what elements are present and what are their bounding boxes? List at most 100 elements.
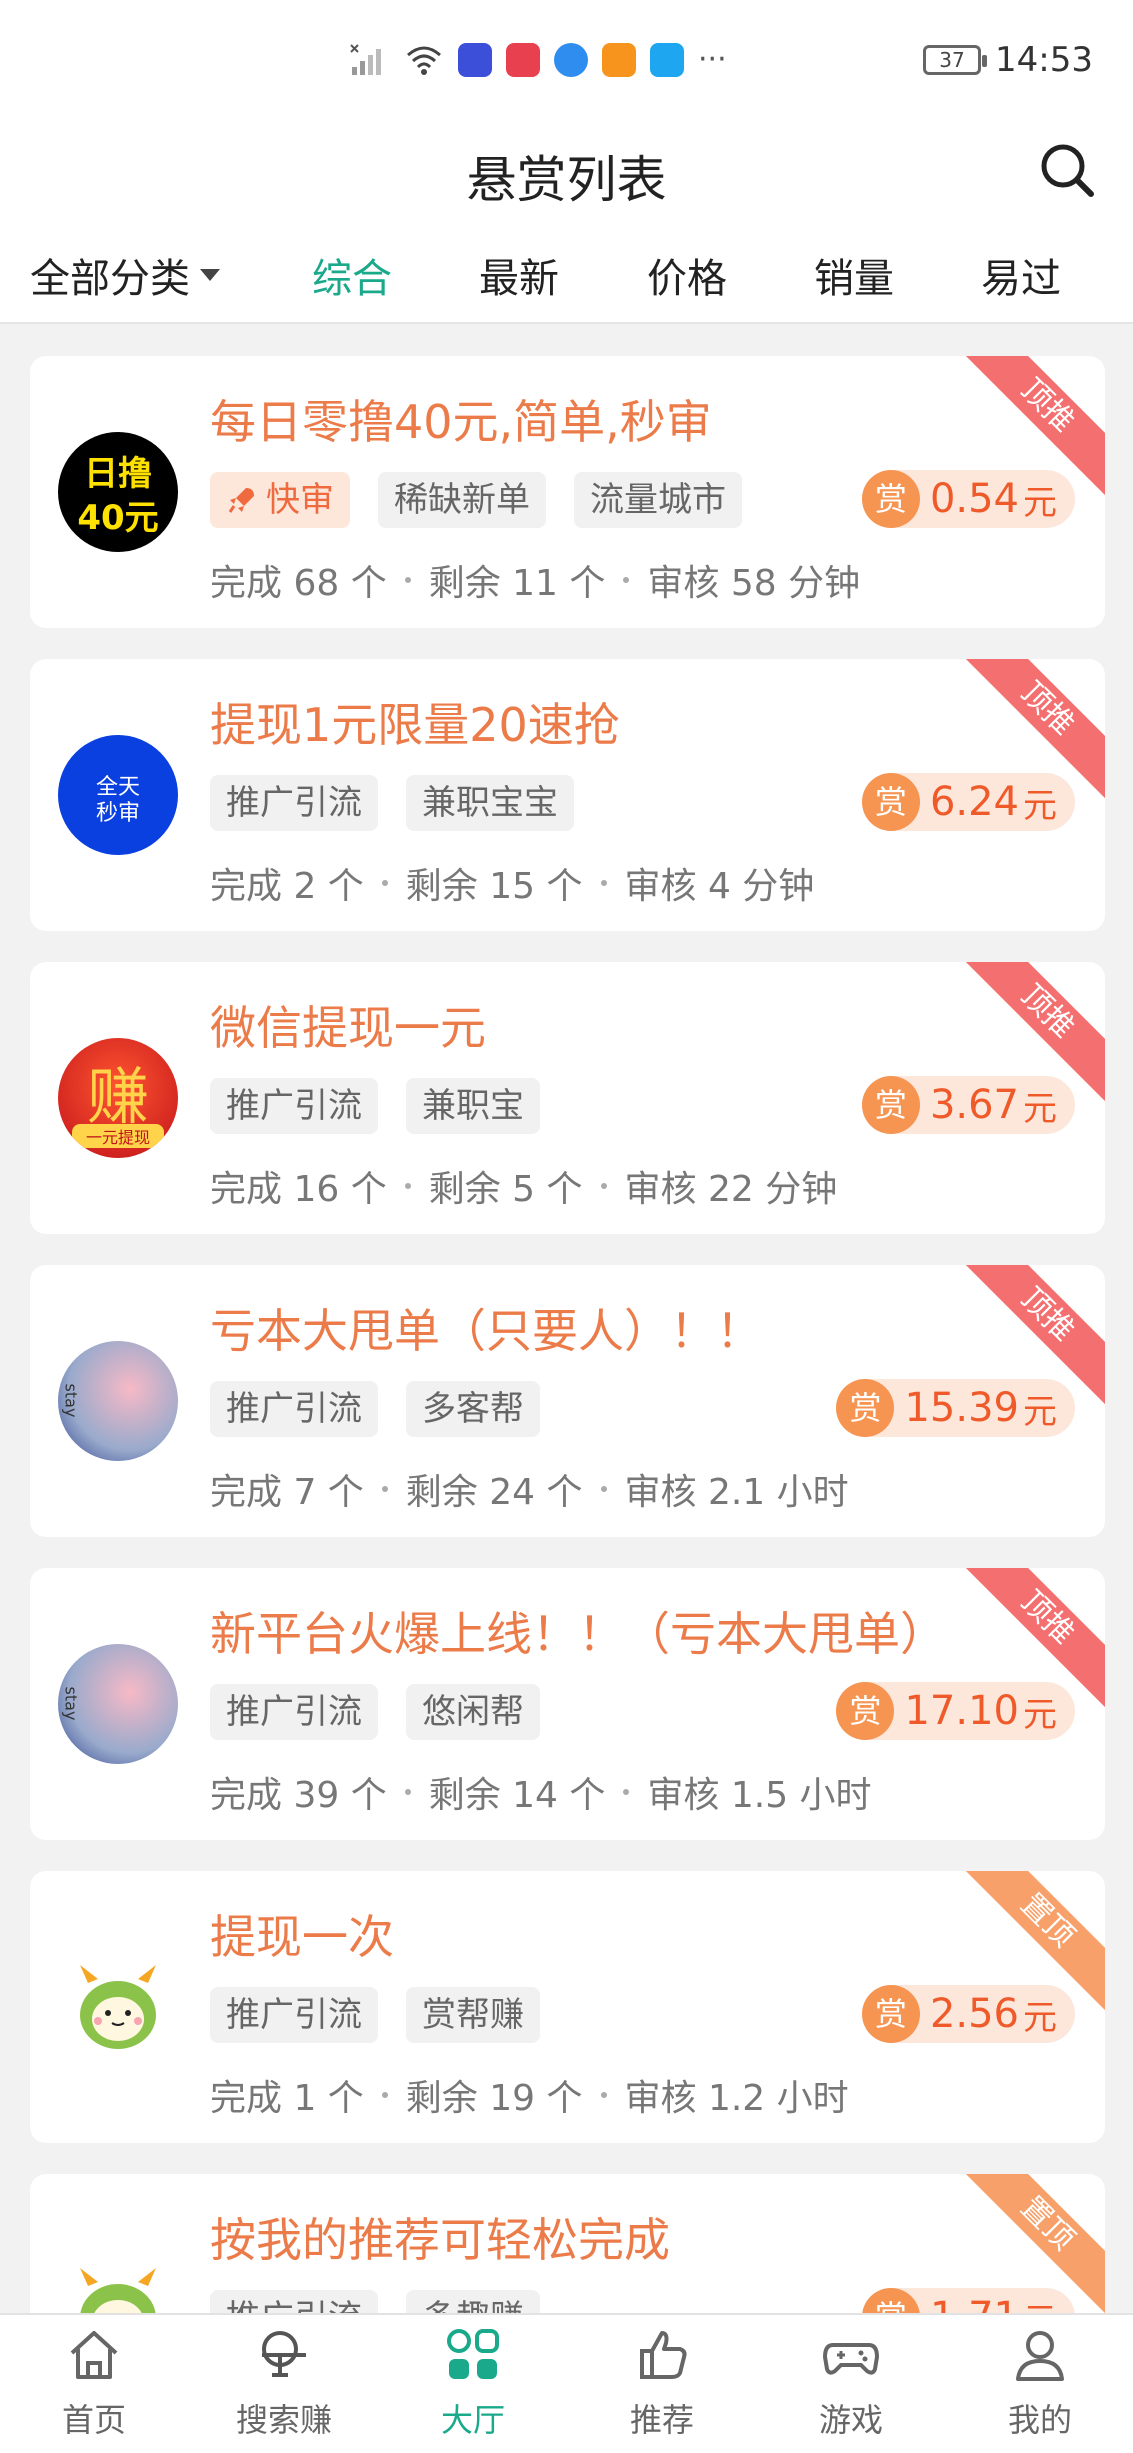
avatar: stay bbox=[58, 1341, 178, 1461]
task-title: 按我的推荐可轻松完成 bbox=[210, 2213, 670, 2267]
separator-dot bbox=[600, 1486, 607, 1492]
tag: 推广引流 bbox=[210, 1987, 378, 2043]
signal-icon bbox=[350, 43, 381, 75]
avatar-text: stay bbox=[61, 1383, 81, 1418]
tag: 兼职宝宝 bbox=[406, 775, 574, 831]
tag: 多客帮 bbox=[406, 1381, 540, 1437]
separator-dot bbox=[381, 2092, 388, 2098]
tab-sales[interactable]: 销量 bbox=[814, 246, 894, 304]
remaining-count: 剩余 14 个 bbox=[428, 1775, 606, 1816]
nav-home[interactable]: 首页 bbox=[14, 2325, 174, 2441]
remaining-count: 剩余 15 个 bbox=[405, 866, 583, 907]
task-card[interactable]: 顶推 stay 新平台火爆上线！！（亏本大甩单） 推广引流 悠闲帮 赏 17.1… bbox=[30, 1568, 1105, 1840]
tag: 悠闲帮 bbox=[406, 1684, 540, 1740]
reward-amount: 0.54 bbox=[929, 476, 1019, 522]
reward-badge: 赏 3.67 元 bbox=[861, 1076, 1075, 1134]
tag: 流量城市 bbox=[574, 472, 742, 528]
tab-comprehensive[interactable]: 综合 bbox=[312, 246, 392, 304]
task-card[interactable]: 顶推 赚 一元提现 微信提现一元 推广引流 兼职宝 赏 3.67 元 完成 16… bbox=[30, 962, 1105, 1234]
tag-list: 推广引流 兼职宝宝 bbox=[210, 775, 574, 831]
tab-easy-pass[interactable]: 易过 bbox=[981, 246, 1061, 304]
currency-label: 元 bbox=[1023, 1088, 1057, 1129]
reward-amount: 3.67 bbox=[929, 1082, 1019, 1128]
tab-latest[interactable]: 最新 bbox=[479, 246, 559, 304]
gamepad-icon bbox=[822, 2343, 880, 2375]
reward-amount: 2.56 bbox=[929, 1991, 1019, 2037]
separator-dot bbox=[623, 577, 630, 583]
separator-dot bbox=[381, 1486, 388, 1492]
tag-label: 快审 bbox=[266, 480, 334, 520]
task-title: 提现1元限量20速抢 bbox=[210, 698, 620, 752]
task-card[interactable]: 顶推 日撸 40元 每日零撸40元,简单,秒审 快审 稀缺新单 流量城市 赏 0… bbox=[30, 356, 1105, 628]
reward-amount: 15.39 bbox=[904, 1385, 1019, 1431]
category-dropdown[interactable]: 全部分类 bbox=[30, 246, 220, 304]
currency-label: 元 bbox=[1023, 482, 1057, 523]
reward-badge: 赏 0.54 元 bbox=[861, 470, 1075, 528]
nav-search-earn[interactable]: 搜索赚 bbox=[204, 2325, 364, 2441]
separator-dot bbox=[404, 1789, 411, 1795]
avatar: stay bbox=[58, 1644, 178, 1764]
nav-recommend[interactable]: 推荐 bbox=[582, 2325, 742, 2441]
remaining-count: 剩余 19 个 bbox=[405, 2078, 583, 2119]
tab-price[interactable]: 价格 bbox=[647, 246, 727, 304]
task-card[interactable]: 顶推 全天 秒审 提现1元限量20速抢 推广引流 兼职宝宝 赏 6.24 元 完… bbox=[30, 659, 1105, 931]
tag: 兼职宝 bbox=[406, 1078, 540, 1134]
task-card[interactable]: 置顶 提现一次 推广引流 赏帮赚 赏 2.56 元 完成 1 个 剩余 19 个 bbox=[30, 1871, 1105, 2143]
reward-icon: 赏 bbox=[861, 470, 920, 528]
nav-label: 推荐 bbox=[629, 2401, 694, 2439]
completed-count: 完成 39 个 bbox=[210, 1775, 387, 1816]
currency-label: 元 bbox=[1023, 1694, 1057, 1735]
status-icons: ··· bbox=[350, 42, 727, 77]
reward-badge: 赏 17.10 元 bbox=[836, 1682, 1075, 1740]
review-time: 审核 1.5 小时 bbox=[647, 1775, 872, 1816]
clock: 14:53 bbox=[995, 40, 1093, 80]
tag: 快审 bbox=[210, 472, 350, 528]
separator-dot bbox=[600, 1183, 607, 1189]
completed-count: 完成 68 个 bbox=[210, 563, 387, 604]
completed-count: 完成 16 个 bbox=[210, 1169, 387, 1210]
task-card[interactable]: 顶推 stay 亏本大甩单（只要人）！！ 推广引流 多客帮 赏 15.39 元 … bbox=[30, 1265, 1105, 1537]
tag: 稀缺新单 bbox=[378, 472, 546, 528]
tag: 推广引流 bbox=[210, 1381, 378, 1437]
search-icon[interactable] bbox=[1037, 140, 1097, 200]
hall-icon bbox=[447, 2329, 499, 2379]
home-icon bbox=[70, 2331, 118, 2379]
remaining-count: 剩余 11 个 bbox=[428, 563, 606, 604]
app-notification-icon bbox=[506, 42, 540, 77]
user-icon bbox=[1016, 2331, 1064, 2381]
tag-list: 推广引流 多客帮 bbox=[210, 1381, 540, 1437]
chevron-down-icon bbox=[200, 269, 220, 281]
review-time: 审核 1.2 小时 bbox=[624, 2078, 849, 2119]
nav-hall[interactable]: 大厅 bbox=[393, 2325, 553, 2441]
status-bar: ··· 37 14:53 bbox=[0, 0, 1133, 120]
reward-icon: 赏 bbox=[861, 1985, 920, 2043]
nav-games[interactable]: 游戏 bbox=[771, 2325, 931, 2441]
dragon-mascot-icon bbox=[80, 1965, 156, 2049]
battery-icon: 37 bbox=[923, 45, 988, 75]
review-time: 审核 2.1 小时 bbox=[624, 1472, 849, 1513]
currency-label: 元 bbox=[1023, 1997, 1057, 2038]
tag: 推广引流 bbox=[210, 1684, 378, 1740]
tag-list: 推广引流 兼职宝 bbox=[210, 1078, 540, 1134]
tag: 推广引流 bbox=[210, 1078, 378, 1134]
task-stats: 完成 39 个 剩余 14 个 审核 1.5 小时 bbox=[210, 1766, 872, 1818]
reward-icon: 赏 bbox=[836, 1682, 895, 1740]
app-notification-icon bbox=[458, 42, 492, 77]
remaining-count: 剩余 24 个 bbox=[405, 1472, 583, 1513]
avatar-text: stay bbox=[61, 1686, 81, 1721]
remaining-count: 剩余 5 个 bbox=[428, 1169, 583, 1210]
tag: 赏帮赚 bbox=[406, 1987, 540, 2043]
nav-label: 首页 bbox=[61, 2401, 126, 2439]
nav-profile[interactable]: 我的 bbox=[960, 2325, 1120, 2441]
reward-icon: 赏 bbox=[861, 773, 920, 831]
currency-label: 元 bbox=[1023, 785, 1057, 826]
task-title: 新平台火爆上线！！（亏本大甩单） bbox=[210, 1607, 946, 1661]
separator-dot bbox=[381, 880, 388, 886]
nav-label: 我的 bbox=[1007, 2401, 1072, 2439]
tag-list: 推广引流 赏帮赚 bbox=[210, 1987, 540, 2043]
tag: 推广引流 bbox=[210, 775, 378, 831]
reward-amount: 17.10 bbox=[904, 1688, 1019, 1734]
separator-dot bbox=[600, 2092, 607, 2098]
review-time: 审核 22 分钟 bbox=[624, 1169, 838, 1210]
separator-dot bbox=[600, 880, 607, 886]
